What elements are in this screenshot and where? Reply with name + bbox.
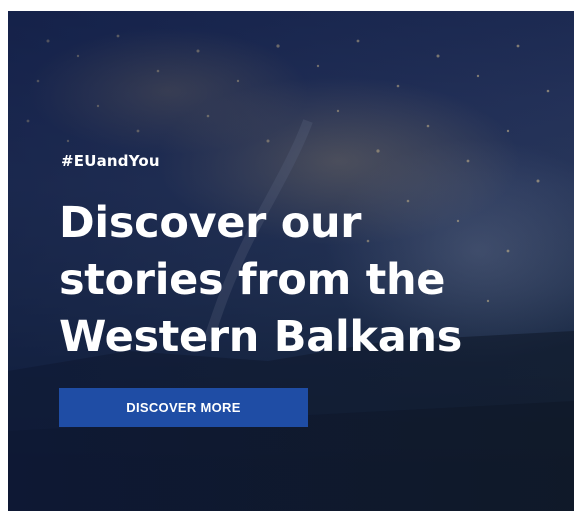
headline-line-2: stories from the	[59, 255, 446, 305]
headline-line-1: Discover our	[59, 198, 362, 248]
hero-banner: #EUandYou Discover our stories from the …	[8, 11, 574, 511]
hero-headline: Discover our stories from the Western Ba…	[59, 195, 559, 366]
page-frame: #EUandYou Discover our stories from the …	[0, 0, 579, 513]
headline-line-3: Western Balkans	[59, 312, 463, 362]
hashtag-label: #EUandYou	[61, 152, 160, 170]
discover-more-button[interactable]: DISCOVER MORE	[59, 388, 308, 427]
